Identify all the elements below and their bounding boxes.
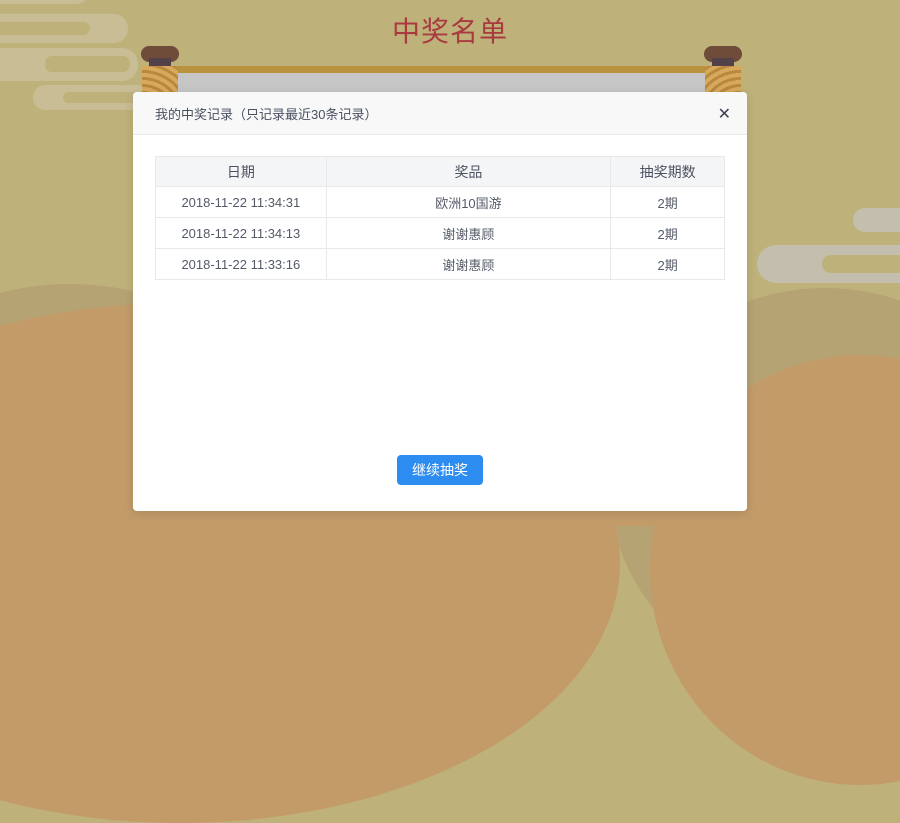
cell-prize: 谢谢惠顾 [326,249,611,280]
modal-title: 我的中奖记录（只记录最近30条记录） [155,104,377,123]
table-row: 2018-11-22 11:34:31 欧洲10国游 2期 [156,187,725,218]
winning-records-modal: 我的中奖记录（只记录最近30条记录） ✕ 日期 奖品 抽奖期数 2018-11-… [133,92,747,511]
cell-period: 2期 [611,187,725,218]
table-header-row: 日期 奖品 抽奖期数 [156,157,725,187]
records-table: 日期 奖品 抽奖期数 2018-11-22 11:34:31 欧洲10国游 2期… [155,156,725,280]
modal-header: 我的中奖记录（只记录最近30条记录） ✕ [133,92,747,135]
cell-date: 2018-11-22 11:34:13 [156,218,327,249]
cloud-bar [0,0,90,4]
close-icon[interactable]: ✕ [718,92,731,135]
cell-prize: 欧洲10国游 [326,187,611,218]
cloud-cutout [822,255,900,273]
table-header-period: 抽奖期数 [611,157,725,187]
cell-date: 2018-11-22 11:34:31 [156,187,327,218]
cell-date: 2018-11-22 11:33:16 [156,249,327,280]
scroll-rod [176,66,708,73]
cell-period: 2期 [611,218,725,249]
continue-draw-button[interactable]: 继续抽奖 [397,455,483,485]
table-header-date: 日期 [156,157,327,187]
page-title: 中奖名单 [0,10,900,50]
cloud-cutout [45,56,130,72]
cell-period: 2期 [611,249,725,280]
table-header-prize: 奖品 [326,157,611,187]
cloud-bar [853,208,900,232]
table-row: 2018-11-22 11:34:13 谢谢惠顾 2期 [156,218,725,249]
table-row: 2018-11-22 11:33:16 谢谢惠顾 2期 [156,249,725,280]
cell-prize: 谢谢惠顾 [326,218,611,249]
